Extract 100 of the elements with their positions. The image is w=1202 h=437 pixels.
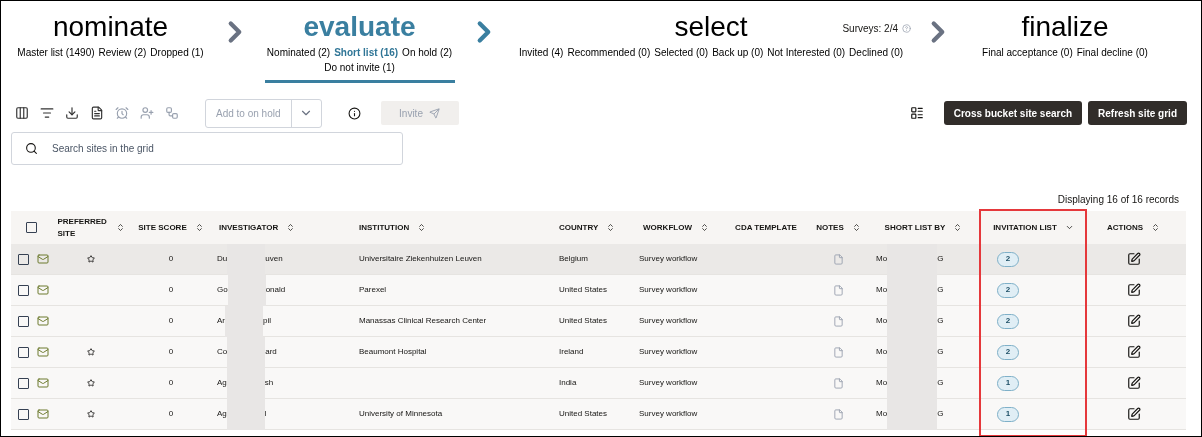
- sort-icon[interactable]: [115, 223, 125, 232]
- star-icon[interactable]: [87, 379, 95, 387]
- table-cell: 0: [168, 253, 174, 265]
- column-header[interactable]: INSTITUTION: [359, 221, 410, 234]
- send-icon: [428, 107, 440, 119]
- edit-icon[interactable]: [1126, 283, 1141, 297]
- mail-icon[interactable]: [37, 315, 49, 327]
- download-icon[interactable]: [65, 106, 79, 120]
- columns-icon[interactable]: [15, 106, 29, 120]
- table-cell: Du: [217, 253, 228, 265]
- alarm-clock-icon[interactable]: [115, 106, 129, 120]
- table-row[interactable]: 0 Go onald Parexel United States Survey workflow Mo G 2: [11, 275, 1186, 306]
- column-header[interactable]: SITE SCORE: [138, 221, 187, 234]
- layout-icon[interactable]: [909, 106, 924, 120]
- search-field[interactable]: Search sites in the grid: [11, 132, 403, 165]
- table-cell: Belgium: [559, 254, 588, 263]
- records-count: Displaying 16 of 16 records: [1057, 193, 1179, 207]
- sort-icon[interactable]: [851, 223, 861, 232]
- table-cell: Survey workflow: [639, 347, 698, 356]
- count-badge[interactable]: 2: [997, 251, 1019, 267]
- edit-icon[interactable]: [1126, 376, 1141, 390]
- column-header[interactable]: NOTES: [816, 221, 844, 234]
- row-checkbox[interactable]: [18, 346, 29, 358]
- column-header[interactable]: WORKFLOW: [643, 221, 692, 234]
- bucket-link[interactable]: Selected (0): [654, 45, 709, 60]
- document-icon[interactable]: [90, 106, 104, 120]
- table-cell: pil: [263, 315, 271, 327]
- bucket-link[interactable]: Final acceptance (0): [982, 45, 1073, 60]
- edit-icon[interactable]: [1126, 252, 1141, 266]
- count-badge[interactable]: 2: [997, 313, 1019, 329]
- toolbar-button[interactable]: Cross bucket site search: [943, 101, 1083, 125]
- info-icon[interactable]: [347, 106, 361, 120]
- bucket-link[interactable]: Back up (0): [712, 45, 764, 60]
- row-checkbox[interactable]: [18, 284, 29, 296]
- sort-icon[interactable]: [953, 223, 963, 232]
- sort-icon[interactable]: [699, 223, 709, 232]
- star-icon[interactable]: [87, 255, 95, 263]
- filter-icon[interactable]: [40, 106, 54, 120]
- column-header[interactable]: COUNTRY: [559, 221, 599, 234]
- stage-title[interactable]: evaluate: [303, 9, 416, 45]
- count-badge[interactable]: 2: [997, 344, 1019, 360]
- table-row[interactable]: 0 Ag sh India Survey workflow Mo G 1: [11, 368, 1186, 399]
- mail-icon[interactable]: [37, 408, 49, 420]
- bucket-link[interactable]: Final decline (0): [1076, 45, 1148, 60]
- select-all-checkbox[interactable]: [25, 222, 37, 233]
- stage-title[interactable]: finalize: [1021, 9, 1109, 45]
- add-user-icon[interactable]: [140, 106, 154, 120]
- mail-icon[interactable]: [37, 377, 49, 389]
- bucket-link[interactable]: Invited (4): [518, 45, 564, 60]
- column-header[interactable]: CDA TEMPLATE: [735, 221, 797, 234]
- bucket-link[interactable]: Dropped (1): [150, 45, 204, 60]
- table-cell: Mo: [876, 253, 888, 265]
- star-icon[interactable]: [87, 348, 95, 356]
- surveys-count: Surveys: 2/4: [842, 21, 911, 36]
- table-cell: ard: [265, 346, 277, 358]
- table-row[interactable]: 0 Du uven Universitaire Ziekenhuizen Leuven Belgium Survey workflow Mo G 2: [11, 244, 1186, 275]
- row-checkbox[interactable]: [18, 408, 29, 420]
- bucket-link[interactable]: Recommended (0): [567, 45, 651, 60]
- column-header[interactable]: INVESTIGATOR: [219, 221, 279, 234]
- sort-icon[interactable]: [1064, 223, 1074, 232]
- count-badge[interactable]: 2: [997, 282, 1019, 298]
- table-row[interactable]: 0 Co ard Beaumont Hospital Ireland Survey workflow Mo G 2: [11, 337, 1186, 368]
- bucket-link[interactable]: Nominated (2): [266, 45, 331, 60]
- table-cell: United States: [559, 316, 608, 325]
- star-icon[interactable]: [87, 410, 95, 418]
- sort-icon[interactable]: [194, 223, 204, 232]
- row-checkbox[interactable]: [18, 315, 29, 327]
- edit-icon[interactable]: [1126, 407, 1141, 421]
- row-checkbox[interactable]: [18, 253, 29, 265]
- sort-icon[interactable]: [286, 223, 296, 232]
- bucket-link[interactable]: On hold (2): [402, 45, 453, 60]
- mail-icon[interactable]: [37, 253, 49, 265]
- edit-icon[interactable]: [1126, 345, 1141, 359]
- bucket-link[interactable]: Declined (0): [849, 45, 904, 60]
- count-badge[interactable]: 1: [997, 406, 1019, 422]
- sort-icon[interactable]: [417, 223, 427, 232]
- bucket-link[interactable]: Not Interested (0): [767, 45, 846, 60]
- count-badge[interactable]: 1: [997, 375, 1019, 391]
- column-header[interactable]: INVITATION LIST: [993, 221, 1057, 234]
- column-header[interactable]: ACTIONS: [1107, 221, 1143, 234]
- stage-title[interactable]: nominate: [52, 9, 169, 45]
- bucket-link[interactable]: Master list (1490): [17, 45, 95, 60]
- workflow-icon[interactable]: [165, 106, 179, 120]
- table-row[interactable]: 0 Ar pil Manassas Clinical Research Center United States Survey workflow Mo G 2: [11, 306, 1186, 337]
- sort-icon[interactable]: [1151, 223, 1160, 232]
- bucket-link[interactable]: Short list (16): [334, 45, 399, 60]
- table-row[interactable]: 0 Ag l University of Minnesota United States Survey workflow Mo G 1: [11, 399, 1186, 430]
- column-header[interactable]: PREFERRED SITE: [57, 215, 108, 240]
- table-cell: G: [937, 315, 944, 327]
- bucket-link[interactable]: Review (2): [98, 45, 147, 60]
- column-header[interactable]: SHORT LIST BY: [884, 221, 946, 234]
- toolbar-button[interactable]: Refresh site grid: [1088, 101, 1187, 125]
- mail-icon[interactable]: [37, 284, 49, 296]
- row-checkbox[interactable]: [18, 377, 29, 389]
- edit-icon[interactable]: [1126, 314, 1141, 328]
- stage-title[interactable]: select: [674, 9, 748, 45]
- bucket-link[interactable]: Do not invite (1): [324, 60, 395, 75]
- table-cell: 0: [168, 315, 174, 327]
- mail-icon[interactable]: [37, 346, 49, 358]
- sort-icon[interactable]: [606, 223, 616, 232]
